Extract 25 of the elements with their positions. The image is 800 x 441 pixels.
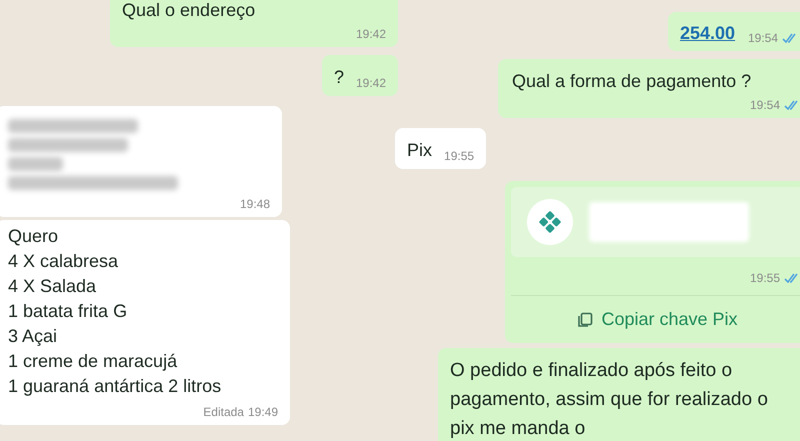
message-text: O pedido e finalizado após feito o pagamento, assim que for realizado o pix me manda o (450, 359, 769, 441)
message-line: Quero (8, 225, 60, 248)
message-line: 3 Açai (8, 325, 58, 348)
message-line: 1 batata frita G (8, 300, 128, 323)
message-time: 19:48 (240, 196, 270, 213)
message-time: 19:42 (356, 75, 386, 92)
message-time: 19:54 (750, 97, 780, 114)
message-line: 1 creme de maracujá (8, 350, 178, 373)
message-text: Qual o endereço (122, 0, 256, 22)
message-text: ? (334, 66, 344, 89)
message-time: 19:42 (356, 26, 386, 43)
copy-icon (577, 312, 594, 328)
amount-link[interactable]: 254.00 (680, 20, 736, 47)
message-line: 1 guaraná antártica 2 litros (8, 375, 222, 398)
message-time: 19:55 (750, 270, 780, 287)
copy-pix-key-button[interactable]: Copiar chave Pix (511, 295, 800, 343)
message-line: 4 X Salada (8, 275, 98, 298)
message-time: 19:54 (748, 30, 778, 47)
message-time: 19:49 (248, 404, 278, 421)
message-text: Qual a forma de pagamento ? (512, 70, 752, 93)
edited-label: Editada (203, 404, 244, 421)
message-time: 19:55 (444, 148, 474, 165)
blurred-text (8, 157, 63, 171)
message-line: 4 X calabresa (8, 250, 120, 273)
message-text: Pix (407, 139, 432, 162)
